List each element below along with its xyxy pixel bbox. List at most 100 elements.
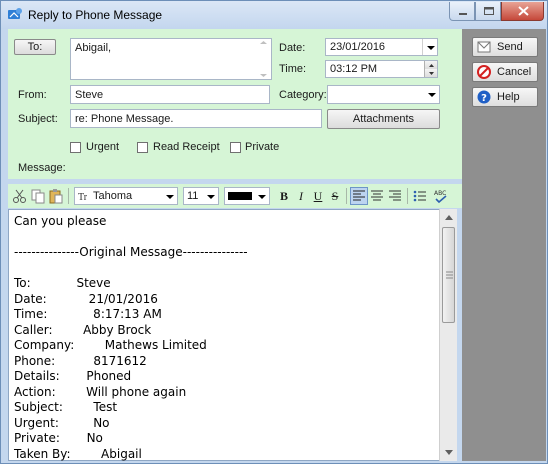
subject-field[interactable]: re: Phone Message. [70,109,322,128]
minimize-button[interactable] [449,2,475,21]
date-label: Date: [279,42,306,54]
help-button[interactable]: ? Help [472,87,538,107]
message-line: Time: 8:17:13 AM [14,307,162,321]
close-icon [518,6,529,16]
grip-icon [446,271,453,279]
copy-icon[interactable] [30,188,46,204]
scroll-up-button[interactable] [440,209,458,226]
message-line: Phone: 8171612 [14,353,147,368]
cancel-label: Cancel [497,66,532,78]
to-value: Abigail, [75,42,112,54]
toolbar-separator [407,188,408,204]
action-sidebar: Send Cancel ? Help [462,29,546,461]
category-label: Category: [279,89,327,101]
time-value: 03:12 PM [330,63,378,75]
message-line: Urgent: No [14,415,110,430]
maximize-button[interactable] [475,2,501,21]
to-field-scroll[interactable] [257,39,270,79]
from-field[interactable]: Steve [70,85,270,104]
message-line: Private: No [14,431,103,445]
scroll-down-button[interactable] [440,444,458,461]
message-line: To: Steve [14,276,111,290]
message-line: ---------------Original Message---------… [14,245,248,259]
font-icon: Tr [78,192,88,202]
from-value: Steve [75,89,104,101]
text-color-dropdown-button[interactable] [254,188,269,204]
send-button[interactable]: Send [472,37,538,57]
scroll-thumb[interactable] [442,227,455,323]
subject-value: re: Phone Message. [75,113,174,125]
send-label: Send [497,41,523,53]
help-icon: ? [477,90,491,104]
message-line: Action: Will phone again [14,384,187,399]
text-color-swatch [228,192,252,200]
close-button[interactable] [501,2,544,21]
svg-text:?: ? [481,93,487,104]
bold-button[interactable]: B [276,188,292,204]
time-field[interactable]: 03:12 PM [325,60,438,78]
to-field[interactable]: Abigail, [70,38,272,80]
category-dropdown[interactable] [327,85,440,104]
align-left-icon[interactable] [350,187,368,205]
svg-text:ABC: ABC [434,190,446,197]
bullet-list-icon[interactable] [412,188,428,204]
subject-label: Subject: [18,113,58,125]
category-dropdown-button[interactable] [424,86,439,103]
message-line: Taken By: Abigail [14,446,142,461]
scroll-arrows-icon [260,41,267,77]
time-label: Time: [279,63,307,75]
spell-check-icon[interactable]: ABC [433,188,449,204]
format-toolbar: Tr Tahoma 11 B I U S ABC [8,184,462,208]
reply-window: Reply to Phone Message To: Abigail, Date… [0,0,548,464]
svg-text:Tr: Tr [78,192,88,202]
scroll-up-icon [445,215,453,220]
font-size-dropdown-button[interactable] [203,188,218,204]
attachments-button[interactable]: Attachments [327,109,440,129]
strikethrough-button[interactable]: S [327,188,343,204]
message-line: Subject: Test [14,400,118,414]
title-bar[interactable]: Reply to Phone Message [1,1,547,29]
paste-icon[interactable] [48,188,64,204]
app-icon [8,8,22,19]
underline-button[interactable]: U [310,188,326,204]
font-name-dropdown-button[interactable] [162,188,177,204]
window-title: Reply to Phone Message [28,8,163,22]
read-receipt-checkbox[interactable] [137,142,148,153]
help-label: Help [497,91,520,103]
minimize-icon [459,13,467,15]
down-arrow-icon [429,72,434,75]
font-size-combo[interactable]: 11 [183,187,219,205]
align-right-icon[interactable] [387,188,403,204]
scroll-down-icon [445,450,453,455]
maximize-icon [484,7,494,15]
read-receipt-label: Read Receipt [153,141,220,153]
toolbar-separator [346,188,347,204]
message-editor[interactable]: Can you please ---------------Original M… [8,209,457,461]
font-name-combo[interactable]: Tr Tahoma [74,187,178,205]
cut-icon[interactable] [12,188,28,204]
send-icon [477,41,491,53]
cancel-button[interactable]: Cancel [472,62,538,82]
editor-scrollbar[interactable] [439,209,457,461]
date-field[interactable]: 23/01/2016 [325,38,438,56]
urgent-checkbox[interactable] [70,142,81,153]
cancel-icon [477,65,491,79]
italic-button[interactable]: I [293,188,309,204]
message-line: Details: Phoned [14,369,132,383]
message-line: Caller: Abby Brock [14,322,152,337]
date-value: 23/01/2016 [330,41,386,53]
align-center-icon[interactable] [369,188,385,204]
message-line: Company: Mathews Limited [14,338,207,352]
text-color-combo[interactable] [224,187,270,205]
toolbar-separator [68,188,69,204]
private-label: Private [245,141,280,153]
font-name-value: Tahoma [93,190,133,202]
private-checkbox[interactable] [230,142,241,153]
header-form: To: Abigail, Date: 23/01/2016 Time: 03:1… [8,29,462,179]
date-dropdown-button[interactable] [422,39,437,55]
to-button[interactable]: To: [14,39,56,55]
message-line: Can you please [14,214,107,228]
urgent-label: Urgent [86,141,120,153]
time-down-button[interactable] [424,69,437,77]
font-size-value: 11 [187,190,199,202]
